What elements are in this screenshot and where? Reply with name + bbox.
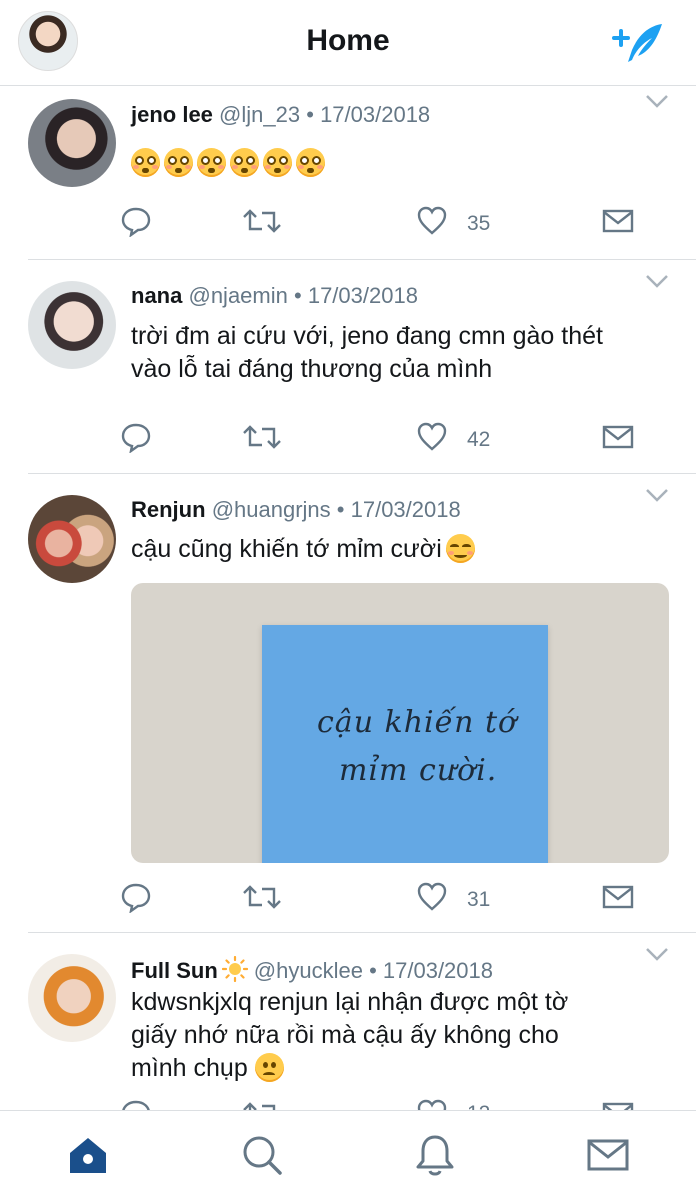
sun-emoji — [221, 956, 248, 982]
like-count: 31 — [467, 888, 491, 911]
home-icon[interactable] — [66, 1133, 110, 1177]
like-count: 42 — [467, 428, 491, 451]
retweet-icon[interactable] — [242, 1098, 282, 1110]
tweet-header: nana @njaemin • 17/03/2018 — [131, 283, 418, 309]
direct-message-icon[interactable] — [602, 1098, 634, 1110]
retweet-icon[interactable] — [242, 881, 282, 913]
tweet-dot: • — [336, 497, 345, 522]
tweet-author-name[interactable]: Full Sun — [131, 958, 218, 983]
tweet-text-line: kdwsnkjxlq renjun lại nhận được một tờ — [131, 988, 569, 1016]
tweet-author-name[interactable]: Renjun — [131, 497, 206, 522]
sticky-note-text: cậu khiến tớ — [317, 705, 518, 740]
like-icon[interactable] — [416, 421, 448, 453]
direct-message-icon[interactable] — [602, 881, 634, 913]
chevron-down-icon[interactable] — [644, 273, 670, 289]
tweet[interactable]: Full Sun @hyucklee • 17/03/2018 kdwsnkjxl… — [0, 934, 696, 1110]
tweet[interactable]: jeno lee @ljn_23 • 17/03/2018 35 — [0, 87, 696, 260]
reply-icon[interactable] — [120, 421, 152, 453]
divider — [28, 473, 696, 474]
avatar[interactable] — [28, 99, 116, 187]
divider — [28, 932, 696, 933]
divider — [28, 259, 696, 260]
messages-envelope-icon[interactable] — [586, 1133, 630, 1177]
tweet-handle: @njaemin — [188, 283, 288, 308]
tweet-photo[interactable]: cậu khiến tớ mỉm cười. — [131, 583, 669, 863]
tweet-text: cậu cũng khiến tớ mỉm cười — [131, 533, 671, 566]
tweet-dot: • — [294, 283, 302, 308]
chevron-down-icon[interactable] — [644, 946, 670, 962]
like-icon[interactable] — [416, 1098, 448, 1110]
chevron-down-icon[interactable] — [644, 487, 670, 503]
flushed-emoji — [230, 148, 259, 177]
retweet-icon[interactable] — [242, 421, 282, 453]
tweet-date: 17/03/2018 — [350, 497, 461, 522]
like-count: 12 — [467, 1102, 490, 1110]
like-icon[interactable] — [416, 881, 448, 913]
sticky-note-text: mỉm cười. — [339, 753, 498, 788]
tweet-actions: 35 — [0, 205, 696, 245]
tweet-text: trời đm ai cứu với, jeno đang cmn gào th… — [131, 320, 671, 386]
tweet-text-line: giấy nhớ nữa rồi mà cậu ấy không cho — [131, 1021, 559, 1049]
tweet-handle: @hyucklee — [253, 958, 363, 983]
sticky-note — [262, 625, 548, 863]
top-bar: Home — [0, 0, 696, 86]
tweet-text-line: trời đm ai cứu với, jeno đang cmn gào th… — [131, 322, 603, 350]
compose-feather-icon[interactable] — [608, 20, 668, 66]
direct-message-icon[interactable] — [602, 205, 634, 237]
tweet-author-name[interactable]: jeno lee — [131, 102, 213, 127]
slightly-frowning-emoji — [254, 1053, 284, 1082]
tweet-header: jeno lee @ljn_23 • 17/03/2018 — [131, 102, 430, 128]
flushed-emoji — [131, 148, 160, 177]
smiling-emoji — [445, 534, 475, 563]
tweet-dot: • — [369, 958, 377, 983]
reply-icon[interactable] — [120, 881, 152, 913]
tweet-date: 17/03/2018 — [382, 958, 493, 983]
tweet-handle: @ljn_23 — [219, 102, 301, 127]
chevron-down-icon[interactable] — [644, 93, 670, 109]
tweet-date: 17/03/2018 — [307, 283, 418, 308]
tweet-author-name[interactable]: nana — [131, 283, 182, 308]
bottom-tab-bar — [0, 1110, 696, 1200]
tweet-actions: 31 — [0, 881, 696, 921]
avatar[interactable] — [28, 281, 116, 369]
tweet-header: Full Sun @hyucklee • 17/03/2018 — [131, 956, 493, 984]
flushed-emoji — [263, 148, 292, 177]
tweet[interactable]: nana @njaemin • 17/03/2018 trời đm ai cứ… — [0, 261, 696, 474]
avatar[interactable] — [28, 495, 116, 583]
tweet-actions: 42 — [0, 421, 696, 461]
direct-message-icon[interactable] — [602, 421, 634, 453]
like-count: 35 — [467, 212, 491, 235]
tweet-header: Renjun @huangrjns • 17/03/2018 — [131, 497, 461, 523]
reply-icon[interactable] — [120, 1098, 152, 1110]
tweet-text-line: vào lỗ tai đáng thương của mình — [131, 355, 493, 383]
tweet-text-line: cậu cũng khiến tớ mỉm cười — [131, 535, 442, 563]
tweet-text-line: mình chụp — [131, 1054, 248, 1082]
retweet-icon[interactable] — [242, 205, 282, 237]
avatar[interactable] — [28, 954, 116, 1042]
flushed-emoji — [164, 148, 193, 177]
tweet-dot: • — [306, 102, 314, 127]
tweet-date: 17/03/2018 — [320, 102, 431, 127]
flushed-emoji — [296, 148, 325, 177]
tweet-actions: 12 — [0, 1098, 696, 1110]
page-title: Home — [306, 24, 390, 57]
like-icon[interactable] — [416, 205, 448, 237]
notifications-bell-icon[interactable] — [413, 1133, 457, 1177]
tweet-text: kdwsnkjxlq renjun lại nhận được một tờ g… — [131, 986, 671, 1085]
search-icon[interactable] — [240, 1133, 284, 1177]
tweet-text — [131, 147, 671, 180]
flushed-emoji — [197, 148, 226, 177]
reply-icon[interactable] — [120, 205, 152, 237]
tweet-handle: @huangrjns — [211, 497, 331, 522]
